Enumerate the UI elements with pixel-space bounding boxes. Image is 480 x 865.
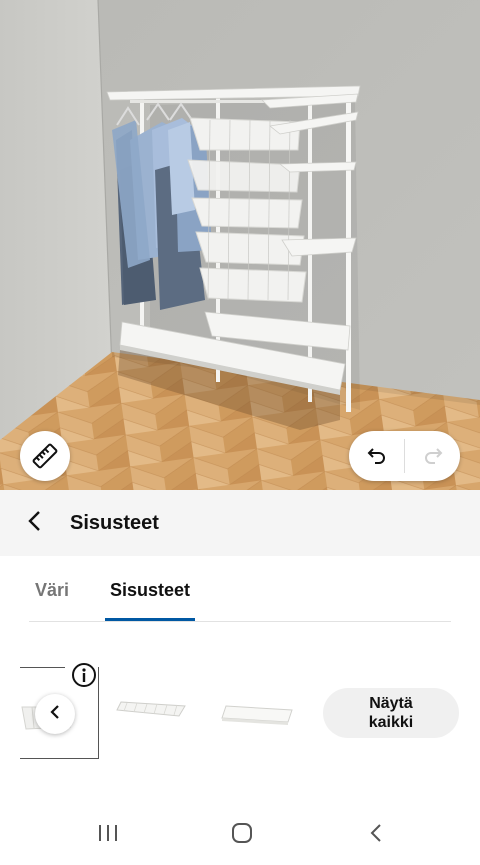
undo-redo-group <box>349 431 460 481</box>
info-button[interactable] <box>70 661 98 689</box>
home-button[interactable] <box>212 817 272 853</box>
carousel-prev-button[interactable] <box>35 694 75 734</box>
redo-button[interactable] <box>405 431 460 481</box>
tab-color[interactable]: Väri <box>35 560 69 621</box>
chevron-left-icon <box>27 510 43 537</box>
system-back-button[interactable] <box>346 817 406 853</box>
panel-header: Sisusteet <box>0 490 480 556</box>
product-mesh-shelf[interactable] <box>115 690 190 726</box>
show-all-label-line2: kaikki <box>368 714 414 731</box>
closet-3d-view[interactable] <box>0 0 480 490</box>
ruler-icon <box>32 443 58 469</box>
undo-button[interactable] <box>349 431 404 481</box>
undo-icon <box>366 445 388 467</box>
back-button[interactable] <box>0 490 70 556</box>
show-all-button[interactable]: Näytä kaikki <box>323 688 459 738</box>
system-navigation-bar <box>0 805 480 865</box>
tab-bar: Väri Sisusteet <box>29 560 451 622</box>
measure-button[interactable] <box>20 431 70 481</box>
recents-icon <box>97 823 119 848</box>
redo-icon <box>422 445 444 467</box>
show-all-label-line1: Näytä <box>369 695 413 712</box>
home-icon <box>230 821 254 850</box>
product-solid-shelf[interactable] <box>218 698 300 758</box>
page-title: Sisusteet <box>70 511 159 534</box>
back-icon <box>368 822 384 849</box>
info-icon <box>70 663 98 693</box>
active-tab-indicator <box>105 618 195 621</box>
product-carousel: Näytä kaikki <box>0 660 480 770</box>
tab-furnishings[interactable]: Sisusteet <box>105 560 195 621</box>
chevron-left-icon <box>49 704 61 725</box>
recents-button[interactable] <box>78 817 138 853</box>
